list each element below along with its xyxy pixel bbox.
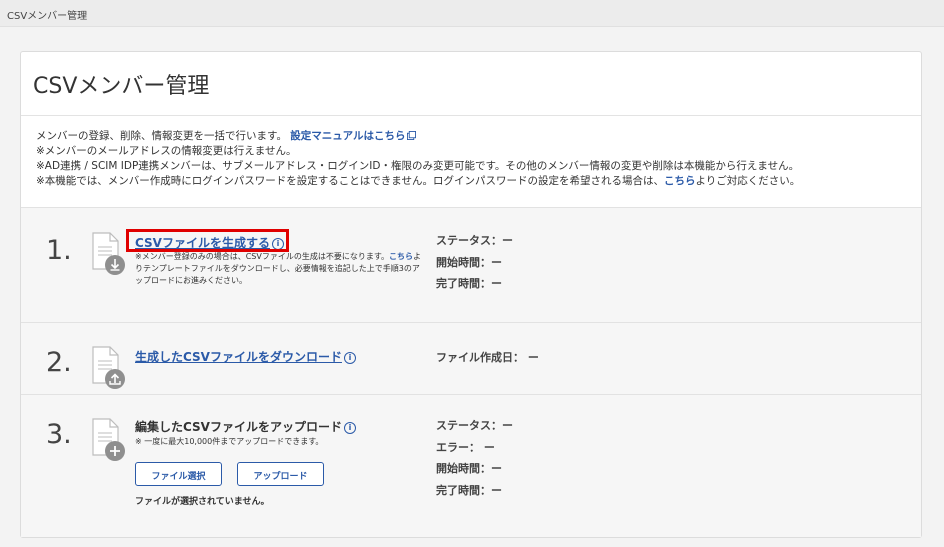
start-time-line: 開始時間：ー — [436, 462, 502, 475]
info-line-4: ※本機能では、メンバー作成時にログインパスワードを設定することはできません。ログ… — [36, 174, 906, 189]
step-1: 1. CSVファイルを生成する i ※メンバー登録のみの場合は、CSVファイルの生… — [21, 208, 921, 323]
document-download-icon — [92, 232, 125, 275]
step-number: 3. — [46, 419, 72, 450]
step-2: 2. 生成したCSVファイルをダウンロード i ファイル作成日： ー — [21, 323, 921, 395]
step-1-description: ※メンバー登録のみの場合は、CSVファイルの生成は不要になります。こちらよりテン… — [135, 251, 425, 287]
download-csv-link[interactable]: 生成したCSVファイルをダウンロード i — [135, 348, 356, 365]
info-line-2: ※メンバーのメールアドレスの情報変更は行えません。 — [36, 145, 297, 157]
info-line-4-suffix: よりご対応ください。 — [695, 175, 801, 187]
info-line-4-text: ※本機能では、メンバー作成時にログインパスワードを設定することはできません。ログ… — [36, 175, 664, 187]
step-number: 1. — [46, 235, 72, 266]
info-line-1: メンバーの登録、削除、情報変更を一括で行います。 設定マニュアルはこちら — [36, 129, 906, 144]
start-time-line: 開始時間：ー — [436, 255, 502, 269]
info-line-3: ※AD連携 / SCIM IDP連携メンバーは、サブメールアドレス・ログインID… — [36, 160, 800, 172]
password-help-link[interactable]: こちら — [664, 175, 696, 187]
external-link-icon — [407, 131, 417, 140]
status-line: ステータス：ー — [436, 419, 513, 432]
steps-container: 1. CSVファイルを生成する i ※メンバー登録のみの場合は、CSVファイルの生… — [21, 207, 921, 537]
step-3-status: ステータス：ー エラー： ー 開始時間：ー 完了時間：ー — [436, 415, 513, 501]
manual-link-label: 設定マニュアルはこちら — [290, 130, 406, 142]
step-2-status: ファイル作成日： ー — [436, 347, 539, 369]
window-titlebar: CSVメンバー管理 — [0, 0, 944, 27]
info-icon[interactable]: i — [343, 352, 356, 364]
step-number: 2. — [46, 347, 72, 378]
document-upload-icon — [92, 346, 125, 389]
error-line: エラー： ー — [436, 440, 495, 454]
step-1-status: ステータス：ー 開始時間：ー 完了時間：ー — [436, 230, 513, 295]
info-line-1-text: メンバーの登録、削除、情報変更を一括で行います。 — [36, 130, 287, 142]
download-csv-label: 生成したCSVファイルをダウンロード — [135, 350, 342, 364]
page-title: CSVメンバー管理 — [33, 74, 210, 99]
highlight-box — [126, 229, 289, 252]
info-text: メンバーの登録、削除、情報変更を一括で行います。 設定マニュアルはこちら ※メン… — [36, 129, 906, 189]
file-created-date: ファイル作成日： ー — [436, 351, 539, 364]
step-3: 3. 編集したCSVファイルをアップロード i ※ 一度に最大10,000件までア… — [21, 395, 921, 537]
upload-button[interactable]: アップロード — [237, 462, 324, 486]
end-time-line: 完了時間：ー — [436, 277, 502, 290]
file-selection-status: ファイルが選択されていません。 — [135, 497, 270, 507]
template-download-link[interactable]: こちら — [389, 252, 413, 261]
document-add-icon — [92, 418, 125, 461]
info-icon[interactable]: i — [343, 422, 356, 434]
panel-header: CSVメンバー管理 — [21, 52, 921, 116]
status-line: ステータス：ー — [436, 234, 513, 247]
step-3-description: ※ 一度に最大10,000件までアップロードできます。 — [135, 437, 324, 446]
upload-csv-label: 編集したCSVファイルをアップロード — [135, 420, 342, 434]
main-panel: CSVメンバー管理 メンバーの登録、削除、情報変更を一括で行います。 設定マニュ… — [20, 51, 922, 538]
window-title: CSVメンバー管理 — [7, 11, 88, 22]
step-1-desc-prefix: ※メンバー登録のみの場合は、CSVファイルの生成は不要になります。 — [135, 252, 390, 261]
end-time-line: 完了時間：ー — [436, 483, 502, 497]
upload-csv-title: 編集したCSVファイルをアップロード i — [135, 418, 356, 435]
file-select-button[interactable]: ファイル選択 — [135, 462, 222, 486]
manual-link[interactable]: 設定マニュアルはこちら — [290, 130, 417, 142]
